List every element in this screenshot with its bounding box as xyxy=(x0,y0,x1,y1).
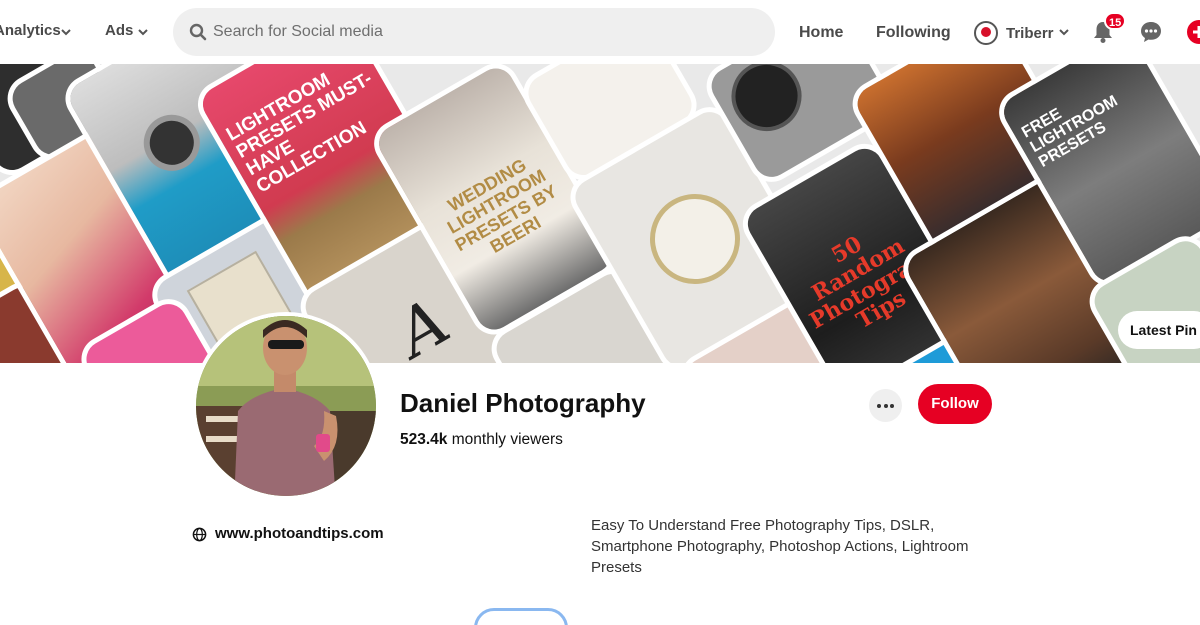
create-plus-icon[interactable] xyxy=(1187,20,1200,44)
viewers-count: 523.4k xyxy=(400,431,448,448)
globe-icon xyxy=(192,527,207,542)
more-dot-icon xyxy=(877,404,881,408)
account-chevron-down-icon[interactable] xyxy=(1059,27,1069,37)
more-dot-icon xyxy=(883,404,888,408)
follow-button[interactable]: Follow xyxy=(918,384,992,424)
search-icon xyxy=(189,23,207,41)
website-link[interactable]: www.photoandtips.com xyxy=(215,525,384,542)
search-input[interactable] xyxy=(213,8,753,56)
profile-bio: Easy To Understand Free Photography Tips… xyxy=(591,517,969,576)
nav-home[interactable]: Home xyxy=(799,24,843,42)
ads-chevron-down-icon[interactable] xyxy=(138,27,148,37)
profile-avatar xyxy=(192,312,380,500)
more-dot-icon xyxy=(890,404,894,408)
viewers-label: monthly viewers xyxy=(451,431,563,448)
nav-analytics[interactable]: Analytics xyxy=(0,22,61,39)
cover-tile-title: Free Lightroom Presets xyxy=(1018,92,1121,171)
account-avatar[interactable] xyxy=(974,21,998,45)
tab-pill[interactable] xyxy=(474,608,568,625)
messages-icon[interactable] xyxy=(1139,20,1163,44)
monthly-viewers: 523.4k monthly viewers xyxy=(400,431,563,449)
analytics-chevron-down-icon[interactable] xyxy=(61,27,71,37)
nav-following[interactable]: Following xyxy=(876,24,951,42)
top-navigation-bar: Analytics Ads Home Following Triberr 15 xyxy=(0,0,1200,64)
cover-tile-title: Lightroom Presets Must-Have Collection xyxy=(222,68,376,198)
notifications-badge: 15 xyxy=(1104,12,1127,30)
profile-name: Daniel Photography xyxy=(400,388,646,418)
profile-photo xyxy=(196,316,376,496)
search-bar[interactable] xyxy=(173,8,775,56)
account-name[interactable]: Triberr xyxy=(1006,25,1054,42)
latest-pins-button[interactable]: Latest Pin xyxy=(1118,311,1200,349)
nav-ads[interactable]: Ads xyxy=(105,22,133,39)
profile-cover-collage: Lightroom Presets Must-Have Collection A… xyxy=(0,64,1200,363)
more-options-button[interactable] xyxy=(869,389,902,422)
cover-tile-title: Wedding Lightroom Presets by Beeri xyxy=(443,154,561,257)
